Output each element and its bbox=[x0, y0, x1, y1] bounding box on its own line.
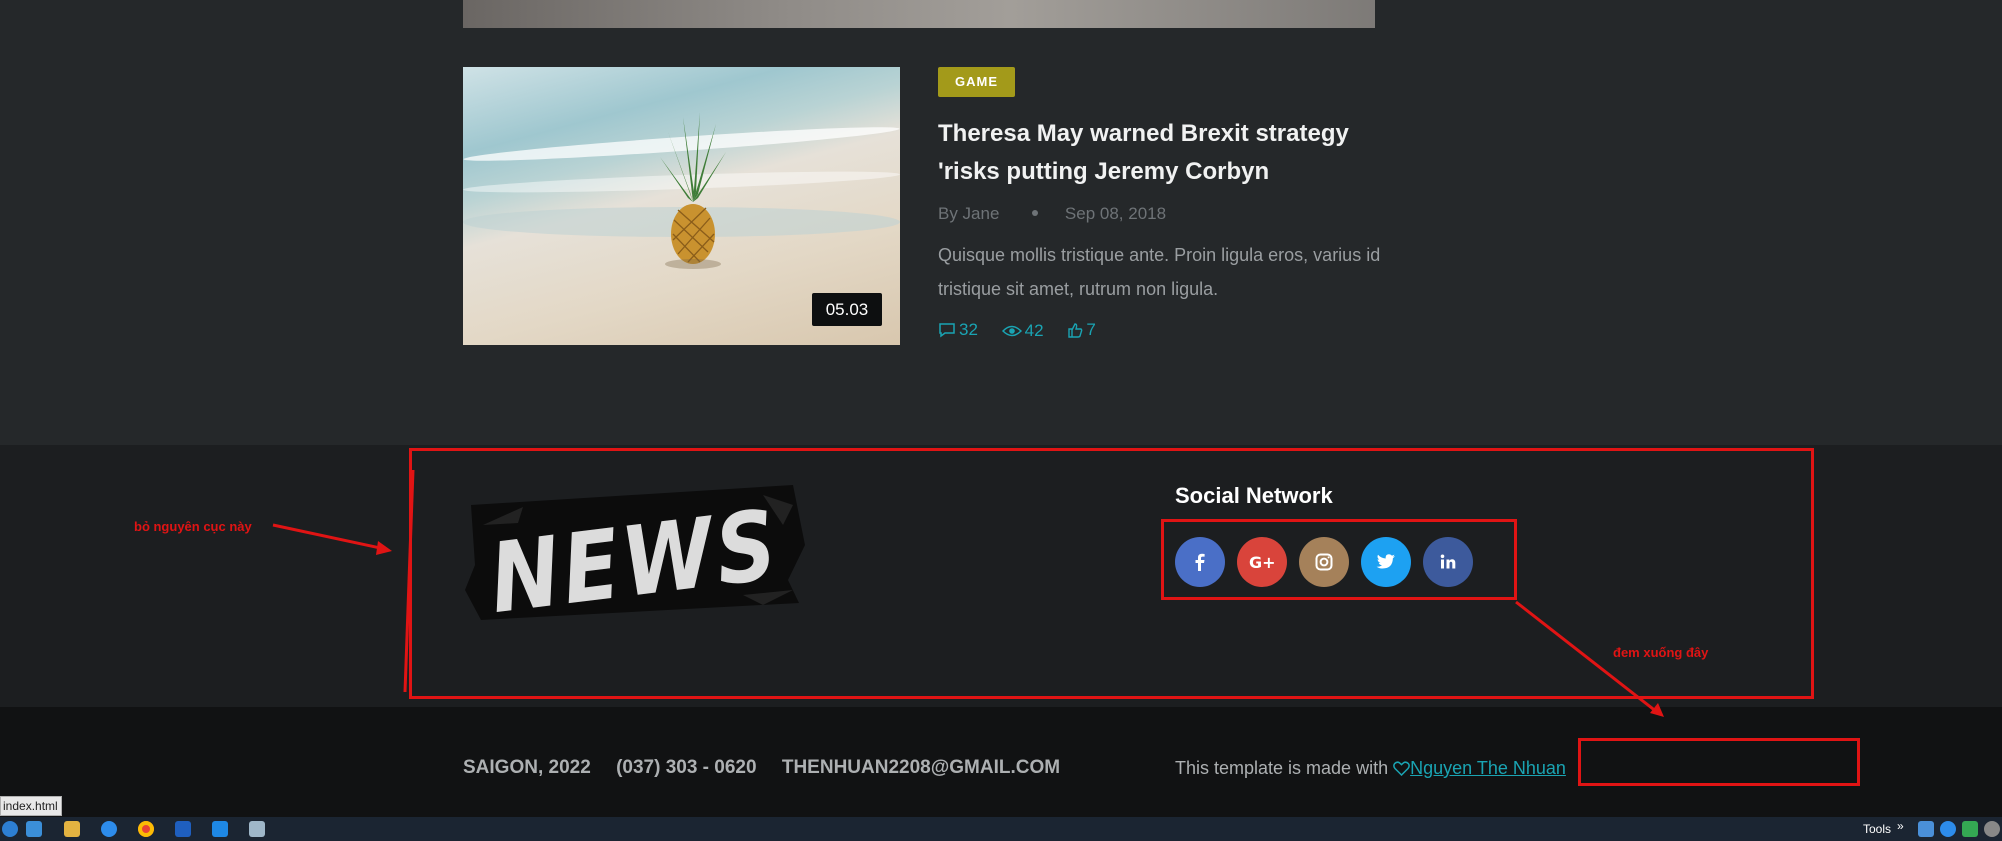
app-icon[interactable] bbox=[175, 821, 191, 837]
tray-zoom-icon[interactable] bbox=[1940, 821, 1956, 837]
tools-label[interactable]: Tools bbox=[1863, 822, 1891, 836]
start-icon[interactable] bbox=[2, 821, 18, 837]
zoom-icon[interactable] bbox=[101, 821, 117, 837]
desktop-icon[interactable] bbox=[26, 821, 42, 837]
chrome-icon[interactable] bbox=[138, 821, 154, 837]
tray-drive-icon[interactable] bbox=[1962, 821, 1978, 837]
folder-icon[interactable] bbox=[64, 821, 80, 837]
chevron-right-icon[interactable]: » bbox=[1897, 819, 1904, 833]
file-tooltip: index.html bbox=[0, 796, 62, 816]
tray-app-icon[interactable] bbox=[1984, 821, 2000, 837]
page: 05.03 GAME Theresa May warned Brexit str… bbox=[0, 0, 2002, 841]
annotation-stroke bbox=[403, 469, 415, 693]
annotation-arrow-left bbox=[272, 523, 386, 551]
tray-monitor-icon[interactable] bbox=[1918, 821, 1934, 837]
annotation-arrows bbox=[272, 469, 1664, 717]
os-taskbar: Tools » bbox=[0, 817, 2002, 841]
annotation-arrow-right bbox=[1515, 600, 1658, 714]
arrowhead bbox=[376, 541, 392, 555]
vscode-icon[interactable] bbox=[212, 821, 228, 837]
notepad-icon[interactable] bbox=[249, 821, 265, 837]
